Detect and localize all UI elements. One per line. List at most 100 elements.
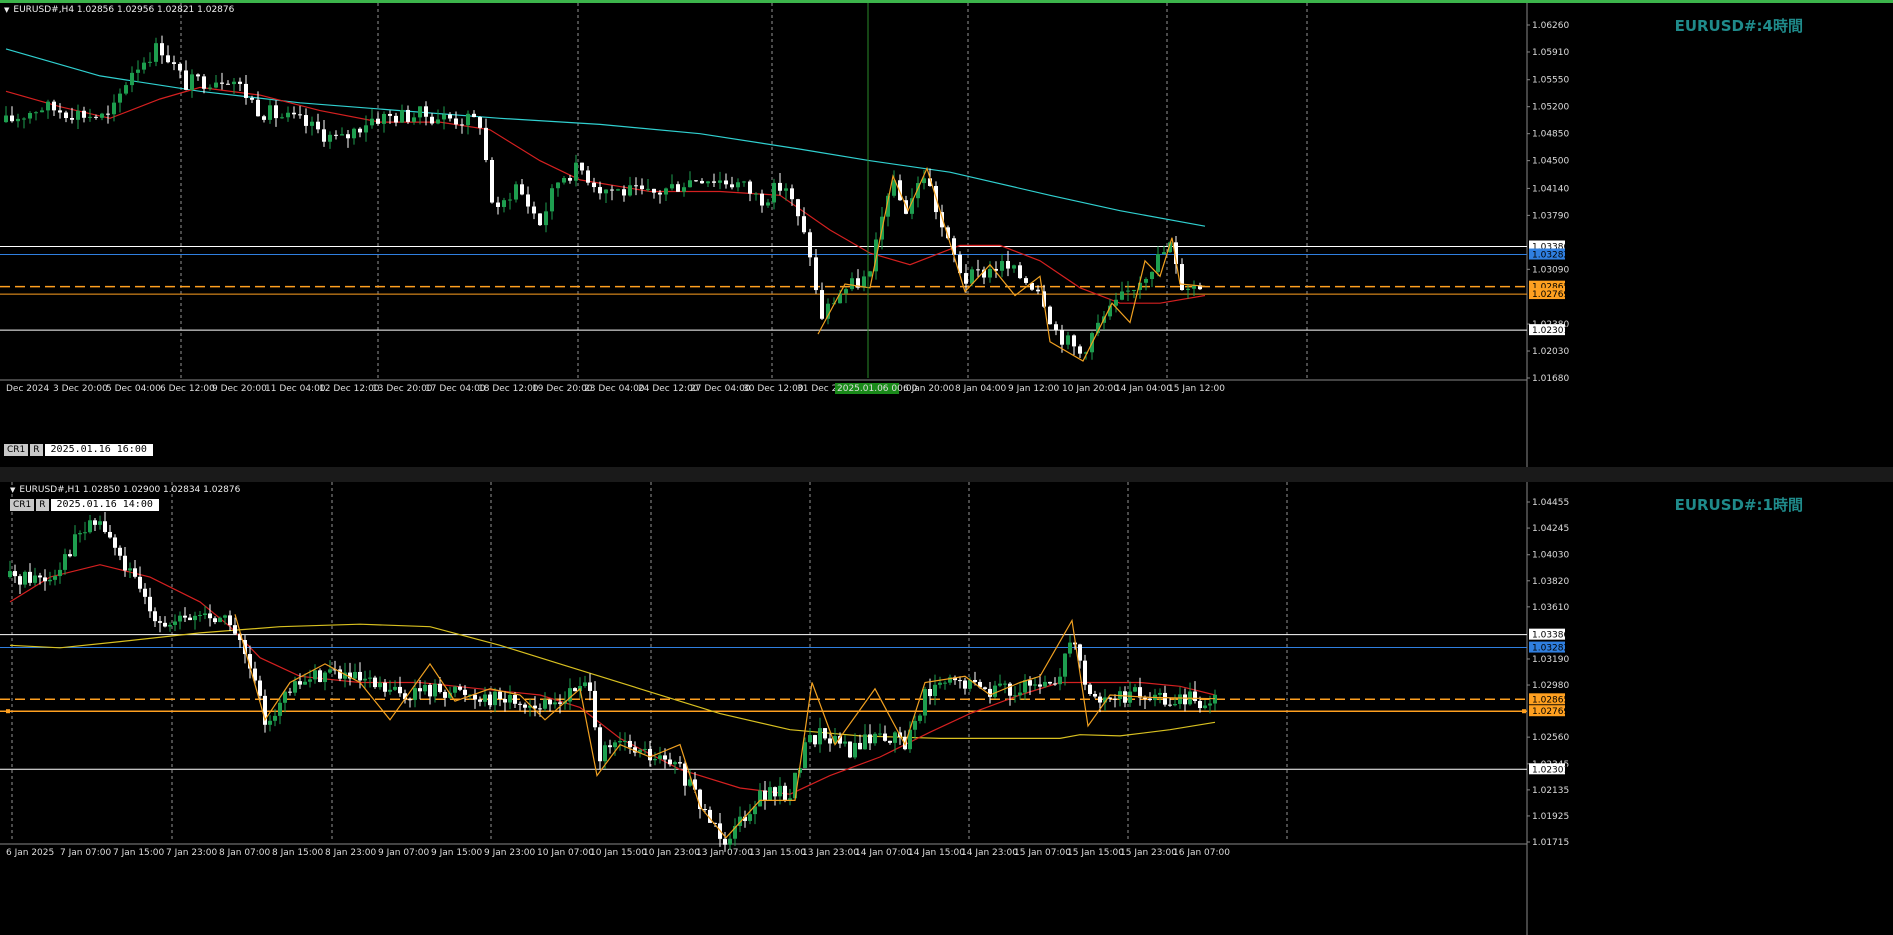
candle-body xyxy=(643,748,647,750)
price-label: 1.02301 xyxy=(1532,765,1569,775)
candle-body xyxy=(58,110,62,113)
candle-body xyxy=(148,596,152,612)
time-label: 3 Dec 20:00 xyxy=(53,384,108,394)
candle-body xyxy=(1048,306,1052,325)
candle-body xyxy=(883,733,887,741)
candle-body xyxy=(1148,698,1152,701)
candle-body xyxy=(63,554,67,570)
candle-body xyxy=(438,683,442,692)
candle-body xyxy=(430,116,434,124)
price-label: 1.03386 xyxy=(1532,631,1569,641)
candle-body xyxy=(214,82,218,88)
candle-body xyxy=(1072,335,1076,347)
collapse-triangle-icon[interactable]: ▼ xyxy=(10,486,15,494)
candle-body xyxy=(742,181,746,183)
candle-body xyxy=(603,745,607,762)
candle-body xyxy=(38,575,42,578)
candle-body xyxy=(193,615,197,621)
candle-body xyxy=(368,677,372,679)
candle-body xyxy=(130,72,134,86)
h1-chart-canvas[interactable]: 1.04455 1.04245 1.04030 1.03820 1.03610 1.033… xyxy=(0,482,1893,935)
cr1-button[interactable]: CR1 xyxy=(10,499,35,511)
h4-chart-pane[interactable]: 1.06260 1.05910 1.05550 1.05200 1.04850 1.045… xyxy=(0,0,1893,467)
cr1-button[interactable]: CR1 xyxy=(4,444,29,456)
candle-body xyxy=(1143,697,1147,699)
price-label: 1.05910 xyxy=(1532,48,1569,58)
candle-body xyxy=(703,809,707,811)
candle-body xyxy=(358,671,362,681)
price-label: 1.03090 xyxy=(1532,265,1569,275)
candle-body xyxy=(172,62,176,64)
h4-datetime-readout: 2025.01.16 16:00 xyxy=(44,444,153,456)
candle-body xyxy=(88,520,92,533)
candle-body xyxy=(683,763,687,786)
h1-chart-pane[interactable]: 1.04455 1.04245 1.04030 1.03820 1.03610 1.033… xyxy=(0,482,1893,935)
time-label: 10 Jan 23:00 xyxy=(643,848,700,858)
candle-body xyxy=(808,232,812,258)
candle-body xyxy=(423,684,427,692)
time-label: 7 Jan 07:00 xyxy=(60,848,112,858)
pane-separator[interactable] xyxy=(0,467,1893,482)
candle-body xyxy=(340,134,344,136)
candle-body xyxy=(158,621,162,623)
candle-body xyxy=(970,269,974,284)
candle-body xyxy=(478,117,482,128)
time-label: 10 Jan 07:00 xyxy=(537,848,594,858)
collapse-triangle-icon[interactable]: ▼ xyxy=(4,6,9,14)
time-label: 16 Jan 07:00 xyxy=(1173,848,1230,858)
candle-body xyxy=(1126,290,1130,292)
candle-body xyxy=(622,189,626,196)
candle-body xyxy=(118,93,122,103)
candle-body xyxy=(1054,324,1058,331)
candle-body xyxy=(148,61,152,63)
candle-body xyxy=(736,182,740,188)
candle-body xyxy=(4,115,8,123)
candle-body xyxy=(862,276,866,288)
candle-body xyxy=(592,182,596,188)
candle-body xyxy=(760,193,764,206)
candle-body xyxy=(203,613,207,616)
candle-body xyxy=(814,257,818,291)
candle-body xyxy=(93,520,97,525)
candle-body xyxy=(748,181,752,194)
candle-body xyxy=(646,188,650,190)
candle-body xyxy=(508,694,512,703)
candle-body xyxy=(94,116,98,118)
candle-body xyxy=(123,555,127,571)
candle-body xyxy=(478,699,482,702)
time-label: 8 Jan 07:00 xyxy=(219,848,271,858)
candle-body xyxy=(868,734,872,744)
price-label: 1.02769 xyxy=(1532,290,1569,300)
candle-body xyxy=(574,162,578,181)
candle-body xyxy=(490,160,494,203)
price-label: 1.03282 xyxy=(1532,251,1569,261)
candle-body xyxy=(412,117,416,122)
candle-body xyxy=(163,622,167,627)
candle-body xyxy=(256,99,260,117)
h4-chart-canvas[interactable]: 1.06260 1.05910 1.05550 1.05200 1.04850 1.045… xyxy=(0,3,1893,467)
price-label: 1.02030 xyxy=(1532,347,1569,357)
candle-body xyxy=(548,699,552,705)
candle-body xyxy=(188,617,192,621)
candle-body xyxy=(220,82,224,84)
candle-body xyxy=(562,178,566,183)
candle-body xyxy=(454,118,458,125)
candle-body xyxy=(466,113,470,126)
candle-body xyxy=(938,682,942,685)
candle-body xyxy=(322,129,326,142)
price-label: 1.04030 xyxy=(1532,551,1569,561)
candle-body xyxy=(202,76,206,89)
candle-body xyxy=(418,106,422,118)
candle-body xyxy=(472,113,476,118)
candle-body xyxy=(304,115,308,126)
h4-ohlc-header: ▼ EURUSD#,H4 1.02856 1.02956 1.02821 1.02… xyxy=(4,5,234,15)
time-label: 13 Jan 15:00 xyxy=(749,848,806,858)
candle-body xyxy=(628,740,632,748)
candle-body xyxy=(488,694,492,706)
price-label: 1.02769 xyxy=(1532,707,1569,717)
candle-body xyxy=(400,109,404,123)
time-label: 7 Jan 23:00 xyxy=(166,848,218,858)
r-button[interactable]: R xyxy=(30,444,43,456)
r-button[interactable]: R xyxy=(36,499,49,511)
candle-body xyxy=(1093,693,1097,697)
